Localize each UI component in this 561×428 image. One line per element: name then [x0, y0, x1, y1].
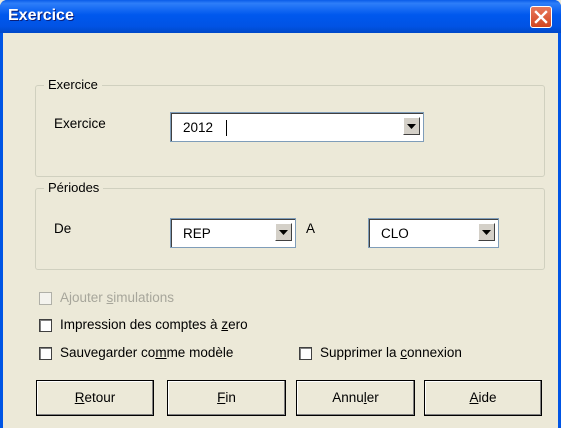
chevron-down-icon [482, 230, 491, 235]
aide-button[interactable]: Aide [424, 380, 542, 416]
ajouter-simulations-checkbox[interactable] [39, 292, 52, 305]
sauvegarder-label: Sauvegarder comme modèle [60, 345, 234, 360]
annuler-button[interactable]: Annuler [296, 380, 415, 416]
exercice-value: 2012 [183, 120, 214, 135]
exercice-group-label: Exercice [44, 77, 102, 92]
window-title: Exercice [8, 7, 74, 24]
close-button[interactable] [530, 6, 552, 28]
a-combo[interactable]: CLO [368, 218, 499, 248]
de-label: De [54, 221, 72, 236]
de-combo[interactable]: REP [170, 218, 296, 248]
chevron-down-icon [279, 230, 288, 235]
chevron-down-icon [407, 124, 416, 129]
dialog-window: Exercice Exercice Exercice 2012 Périodes… [0, 0, 561, 428]
exercice-dropdown-button[interactable] [403, 117, 420, 135]
exercice-field-label: Exercice [54, 116, 106, 131]
title-bar[interactable]: Exercice [0, 0, 561, 33]
close-icon [534, 10, 548, 24]
a-label: A [306, 221, 316, 236]
de-value: REP [183, 226, 211, 241]
dialog-body: Exercice Exercice 2012 Périodes De REP A… [3, 33, 558, 428]
retour-button[interactable]: Retour [36, 380, 154, 416]
de-dropdown-button[interactable] [275, 223, 292, 241]
fin-button[interactable]: Fin [167, 380, 286, 416]
impression-checkbox[interactable] [39, 319, 52, 332]
periodes-group-label: Périodes [44, 180, 104, 195]
ajouter-simulations-label: Ajouter simulations [60, 290, 175, 305]
supprimer-connexion-label: Supprimer la connexion [320, 345, 462, 360]
supprimer-connexion-checkbox[interactable] [299, 347, 312, 360]
impression-label: Impression des comptes à zero [60, 317, 248, 332]
exercice-combo[interactable]: 2012 [170, 112, 424, 142]
text-cursor [226, 120, 227, 136]
a-value: CLO [381, 226, 409, 241]
a-dropdown-button[interactable] [478, 223, 495, 241]
sauvegarder-checkbox[interactable] [39, 347, 52, 360]
